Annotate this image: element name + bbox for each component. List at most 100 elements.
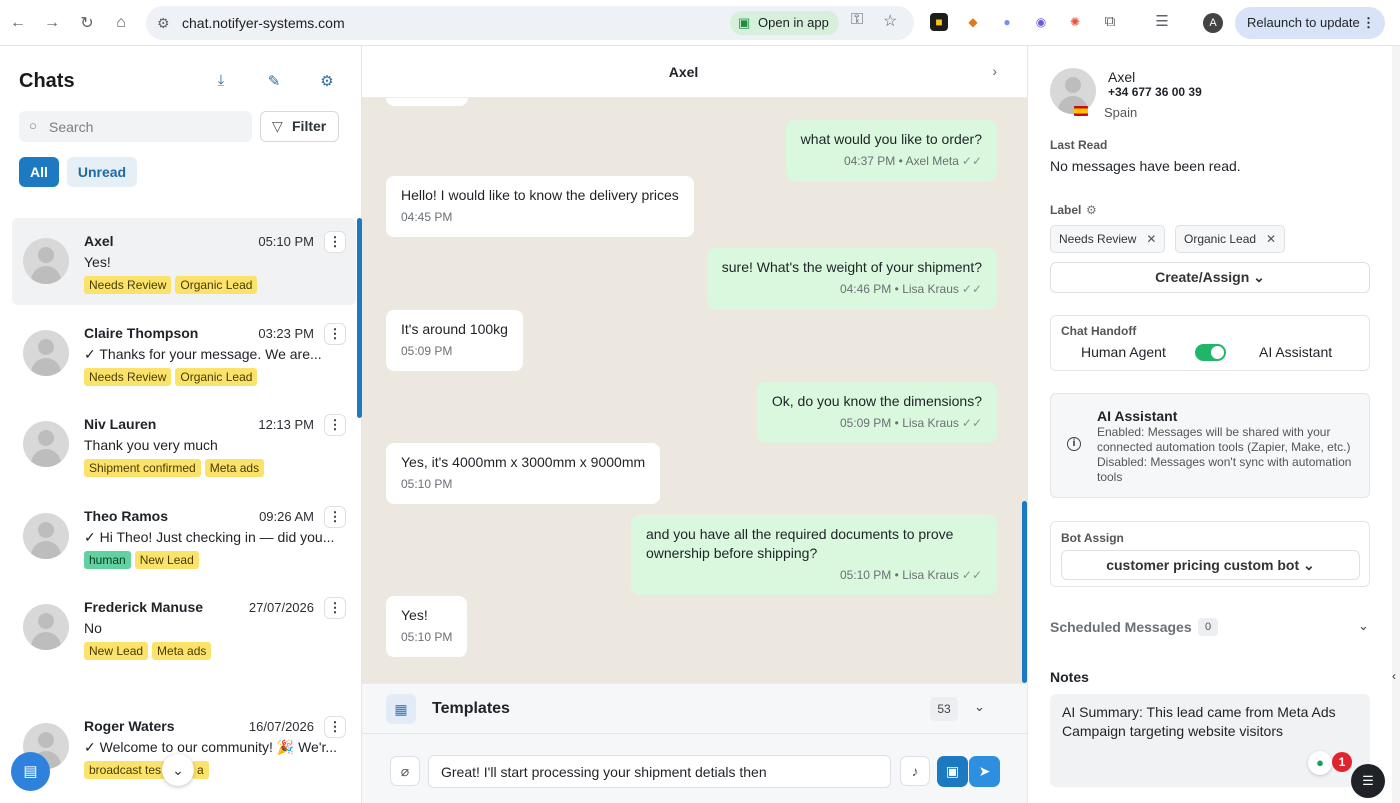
profile-avatar[interactable]: A: [1203, 13, 1223, 33]
bot-assign-card: Bot Assign customer pricing custom bot ⌄: [1050, 521, 1370, 587]
chat-menu-button[interactable]: ⋮: [324, 323, 346, 345]
chat-preview: ✓ Thanks for your message. We are...: [84, 346, 322, 362]
contact-name: Axel: [1108, 69, 1136, 85]
metamask-icon[interactable]: ◆: [964, 13, 982, 31]
message-text: Ok, do you know the dimensions?: [771, 393, 982, 409]
templates-bar[interactable]: ▦ Templates 53 ⌄: [362, 683, 1027, 733]
message-input[interactable]: [428, 755, 891, 788]
contact-country: Spain: [1104, 105, 1138, 120]
ai-card-enabled-text: Enabled: Messages will be shared with yo…: [1097, 425, 1351, 454]
grammar-assistant-icon[interactable]: ●: [1308, 751, 1332, 775]
microphone-button[interactable]: ♪: [900, 756, 930, 786]
handoff-toggle[interactable]: [1195, 344, 1226, 361]
tag: New Lead: [134, 551, 199, 569]
extension-icon[interactable]: ■: [930, 13, 948, 31]
scroll-down-button[interactable]: ⌄: [162, 754, 194, 786]
home-icon[interactable]: ⌂: [108, 10, 134, 36]
chat-item[interactable]: Theo Ramos 09:26 AM ⋮ ✓ Hi Theo! Just ch…: [12, 493, 356, 580]
extension-icon[interactable]: ●: [998, 13, 1016, 31]
bookmark-star-icon[interactable]: ☆: [883, 11, 897, 31]
ai-card-description: Enabled: Messages will be shared with yo…: [1097, 425, 1367, 485]
menu-dots-icon[interactable]: ⋮: [1362, 7, 1375, 39]
chat-item[interactable]: Frederick Manuse 27/07/2026 ⋮ No New Lea…: [12, 584, 356, 671]
notes-title: Notes: [1050, 669, 1089, 685]
message-text: Yes!: [401, 607, 428, 623]
close-icon[interactable]: ✕: [1266, 226, 1276, 252]
grammar-issue-badge: 1: [1332, 752, 1352, 772]
scheduled-messages-toggle[interactable]: Scheduled Messages: [1050, 619, 1192, 635]
message-sender: Axel Meta: [905, 154, 959, 168]
extension-icon[interactable]: ◉: [1032, 13, 1050, 31]
human-agent-label: Human Agent: [1081, 344, 1166, 360]
message-thread: what would you like to order? 04:37 PM •…: [362, 98, 1027, 683]
attachment-button[interactable]: ⌀: [390, 756, 420, 786]
filter-button[interactable]: ▽ Filter: [260, 111, 339, 142]
message-sender: Lisa Kraus: [902, 282, 959, 296]
double-check-icon: ✓✓: [961, 416, 982, 430]
back-icon[interactable]: ←: [5, 10, 31, 36]
chevron-left-icon[interactable]: ‹: [1392, 668, 1400, 684]
reload-icon[interactable]: ↻: [74, 10, 100, 36]
chat-item[interactable]: Claire Thompson 03:23 PM ⋮ ✓ Thanks for …: [12, 310, 356, 397]
chat-item[interactable]: Axel 05:10 PM ⋮ Yes! Needs Review Organic…: [12, 218, 356, 305]
chat-preview: Yes!: [84, 254, 111, 270]
extension-icon[interactable]: ✺: [1066, 13, 1084, 31]
chat-menu-button[interactable]: ⋮: [324, 231, 346, 253]
chat-lines-icon: ☰: [1362, 773, 1374, 788]
password-key-icon[interactable]: ⚿: [851, 11, 863, 29]
create-assign-button[interactable]: Create/Assign ⌄: [1050, 262, 1370, 293]
forward-icon[interactable]: →: [39, 10, 65, 36]
close-icon[interactable]: ✕: [1146, 226, 1156, 252]
ai-assistant-label: AI Assistant: [1259, 344, 1333, 360]
tag: Shipment confirmed: [84, 459, 201, 477]
search-input[interactable]: [49, 111, 244, 142]
microphone-icon: ♪: [911, 763, 919, 779]
send-button[interactable]: ➤: [969, 756, 1000, 787]
chat-menu-button[interactable]: ⋮: [324, 597, 346, 619]
double-check-icon: ✓✓: [961, 154, 982, 168]
chat-time: 03:23 PM: [258, 326, 314, 341]
chevron-down-icon[interactable]: ⌄: [974, 699, 985, 715]
extensions-icon[interactable]: ⧉: [1101, 13, 1119, 31]
message-time: 05:10 PM: [401, 477, 453, 491]
reading-list-icon[interactable]: ☰: [1153, 13, 1171, 31]
calendar-clock-icon: ▣: [945, 763, 960, 779]
message-time: 04:37 PM: [843, 154, 896, 168]
last-read-value: No messages have been read.: [1050, 158, 1241, 174]
chevron-down-icon[interactable]: ⌄: [1358, 618, 1369, 634]
chevron-right-icon[interactable]: ›: [992, 63, 997, 79]
relaunch-button[interactable]: Relaunch to update ⋮: [1235, 7, 1385, 39]
label-settings-gear-icon[interactable]: ⚙: [1086, 203, 1097, 217]
chat-preview: No: [84, 620, 102, 636]
site-settings-icon[interactable]: ⚙: [157, 15, 170, 32]
tag: Needs Review: [84, 276, 172, 294]
chat-menu-button[interactable]: ⋮: [324, 414, 346, 436]
tab-all[interactable]: All: [19, 157, 59, 187]
settings-gear-icon[interactable]: ⚙: [317, 72, 337, 92]
tab-unread[interactable]: Unread: [67, 157, 137, 187]
page-title: Chats: [19, 70, 75, 92]
chat-menu-button[interactable]: ⋮: [324, 716, 346, 738]
chat-item[interactable]: Niv Lauren 12:13 PM ⋮ Thank you very muc…: [12, 401, 356, 488]
bot-selected-value: customer pricing custom bot: [1106, 557, 1300, 573]
chat-preview: ✓ Hi Theo! Just checking in — did you...: [84, 529, 335, 545]
handoff-title: Chat Handoff: [1061, 324, 1137, 338]
bot-select-dropdown[interactable]: customer pricing custom bot ⌄: [1061, 550, 1360, 580]
help-chat-button[interactable]: ▤: [11, 752, 50, 791]
tag: New Lead: [84, 642, 149, 660]
new-chat-icon[interactable]: ✎: [264, 72, 284, 92]
chat-menu-button[interactable]: ⋮: [324, 506, 346, 528]
download-icon[interactable]: ⤓: [211, 72, 231, 92]
message-time: 05:09 PM: [401, 344, 453, 358]
contact-phone: +34 677 36 00 39: [1108, 85, 1202, 99]
open-in-app-button[interactable]: ▣ Open in app: [730, 11, 839, 35]
page-scrollbar[interactable]: [1392, 46, 1400, 803]
double-check-icon: ✓✓: [961, 282, 982, 296]
support-chat-button[interactable]: ☰: [1351, 764, 1385, 798]
browser-toolbar: ← → ↻ ⌂ ⚙ chat.notifyer-systems.com ▣ Ope…: [0, 0, 1400, 46]
schedule-message-button[interactable]: ▣: [937, 756, 968, 787]
message-bubble: It's around 100kg 05:09 PM: [386, 310, 523, 371]
search-icon: ○: [29, 118, 37, 133]
ai-assistant-info-card: i AI Assistant Enabled: Messages will be…: [1050, 393, 1370, 498]
last-read-label: Last Read: [1050, 138, 1108, 152]
